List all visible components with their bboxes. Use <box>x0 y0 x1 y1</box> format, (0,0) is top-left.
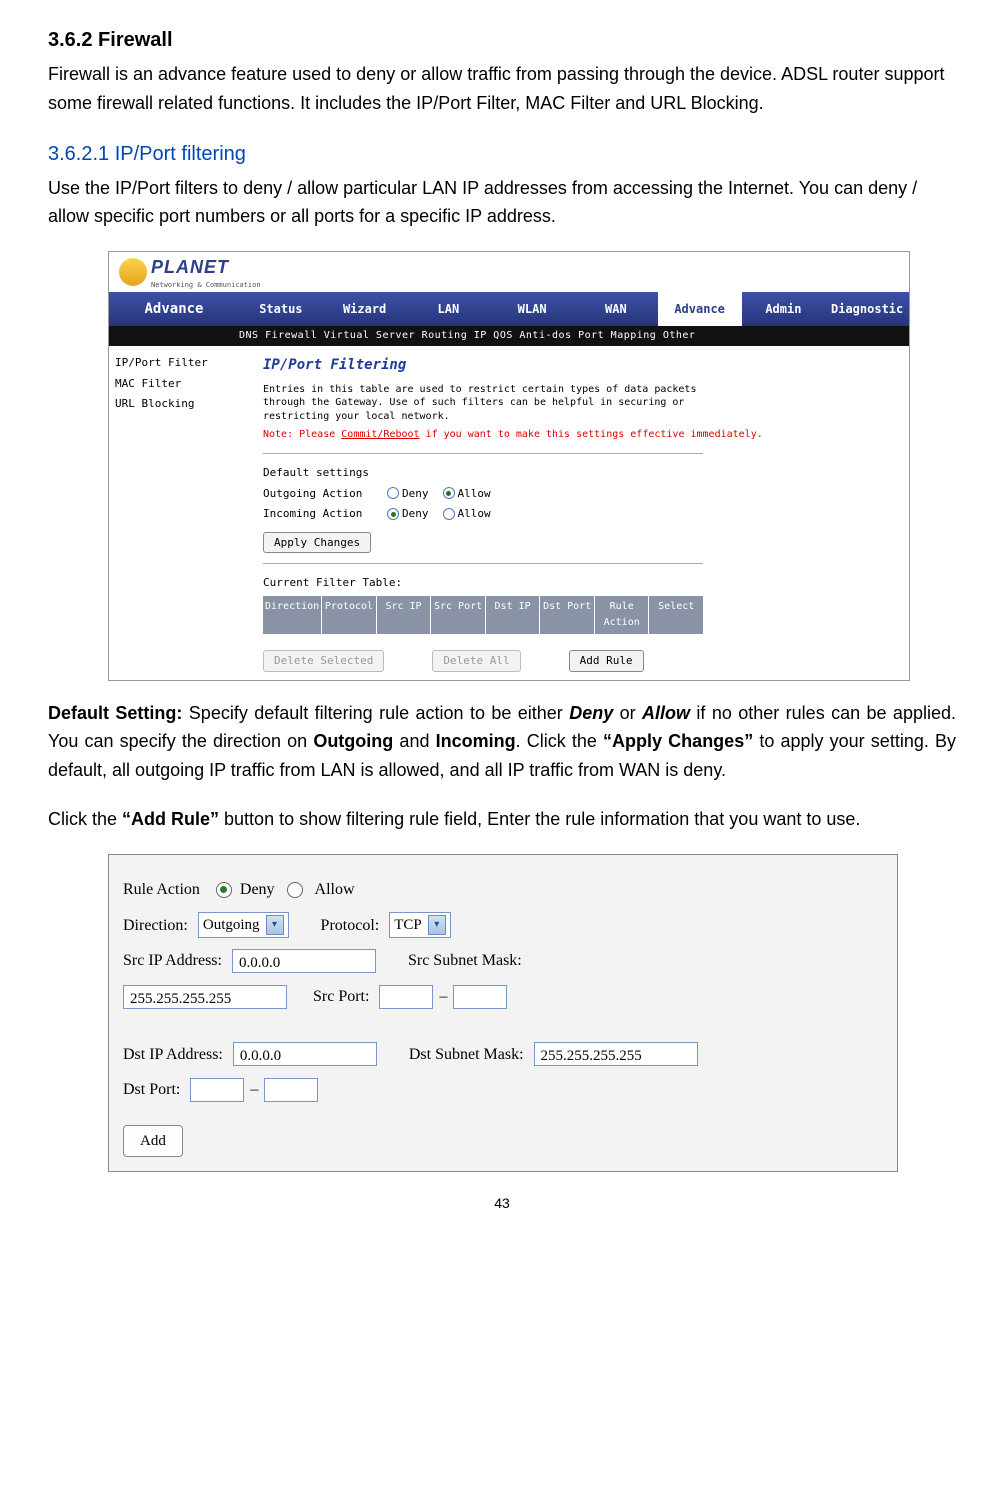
rule-action-label: Rule Action <box>123 877 200 903</box>
tab-wlan[interactable]: WLAN <box>490 292 574 326</box>
incoming-row: Incoming Action Deny Allow <box>263 505 897 523</box>
table-label: Current Filter Table: <box>263 574 897 592</box>
default-settings-label: Default settings <box>263 464 897 482</box>
dst-ip-label: Dst IP Address: <box>123 1042 223 1068</box>
th-srcport: Src Port <box>431 596 486 634</box>
th-protocol: Protocol <box>322 596 377 634</box>
src-mask-port-line: 255.255.255.255 Src Port: – <box>123 984 883 1010</box>
divider <box>263 453 703 454</box>
sub-nav[interactable]: DNS Firewall Virtual Server Routing IP Q… <box>109 326 909 346</box>
sidebar: IP/Port Filter MAC Filter URL Blocking <box>109 346 251 679</box>
outgoing-row: Outgoing Action Deny Allow <box>263 485 897 503</box>
add-button[interactable]: Add <box>123 1125 183 1157</box>
panel-title: IP/Port Filtering <box>263 354 897 376</box>
nav-section-title: Advance <box>109 292 239 326</box>
apply-changes-button[interactable]: Apply Changes <box>263 532 371 554</box>
logo-subtext: Networking & Communication <box>151 280 261 291</box>
delete-all-button[interactable]: Delete All <box>432 650 520 672</box>
direction-select[interactable]: Outgoing▾ <box>198 912 289 938</box>
logo-text: PLANET <box>151 253 261 282</box>
rule-allow-radio[interactable] <box>287 882 303 898</box>
incoming-label: Incoming Action <box>263 505 373 523</box>
th-select: Select <box>649 596 703 634</box>
planet-logo-icon <box>119 258 147 286</box>
src-port-from-input[interactable] <box>379 985 433 1009</box>
tab-advance[interactable]: Advance <box>658 292 742 326</box>
th-direction: Direction <box>263 596 322 634</box>
tab-wan[interactable]: WAN <box>574 292 658 326</box>
section-para: Firewall is an advance feature used to d… <box>48 60 956 118</box>
outgoing-deny-radio[interactable]: Deny <box>387 485 429 503</box>
chevron-down-icon: ▾ <box>428 915 446 935</box>
rule-deny-text: Deny <box>240 877 275 903</box>
dst-port-line: Dst Port: – <box>123 1077 883 1103</box>
src-ip-line: Src IP Address: 0.0.0.0 Src Subnet Mask: <box>123 948 883 974</box>
src-port-label: Src Port: <box>313 984 369 1010</box>
src-port-to-input[interactable] <box>453 985 507 1009</box>
subsection-heading: 3.6.2.1 IP/Port filtering <box>48 138 956 170</box>
panel-note: Note: Please Commit/Reboot if you want t… <box>263 427 897 443</box>
tab-lan[interactable]: LAN <box>407 292 491 326</box>
dst-port-from-input[interactable] <box>190 1078 244 1102</box>
dst-ip-input[interactable]: 0.0.0.0 <box>233 1042 377 1066</box>
subsection-para: Use the IP/Port filters to deny / allow … <box>48 174 956 232</box>
add-rule-button[interactable]: Add Rule <box>569 650 644 672</box>
th-dstport: Dst Port <box>540 596 595 634</box>
protocol-select[interactable]: TCP▾ <box>389 912 451 938</box>
tab-status[interactable]: Status <box>239 292 323 326</box>
dst-port-label: Dst Port: <box>123 1077 180 1103</box>
dst-mask-label: Dst Subnet Mask: <box>409 1042 524 1068</box>
src-ip-input[interactable]: 0.0.0.0 <box>232 949 376 973</box>
src-ip-label: Src IP Address: <box>123 948 222 974</box>
protocol-label: Protocol: <box>321 913 380 939</box>
default-setting-para: Default Setting: Specify default filteri… <box>48 699 956 785</box>
commit-reboot-link[interactable]: Commit/Reboot <box>341 429 419 440</box>
rule-action-line: Rule Action Deny Allow <box>123 877 883 903</box>
th-dstip: Dst IP <box>486 596 541 634</box>
rule-deny-radio[interactable] <box>216 882 232 898</box>
outgoing-allow-radio[interactable]: Allow <box>443 485 491 503</box>
rule-form-screenshot: Rule Action Deny Allow Direction: Outgoi… <box>108 854 898 1172</box>
direction-line: Direction: Outgoing▾ Protocol: TCP▾ <box>123 912 883 938</box>
dst-ip-line: Dst IP Address: 0.0.0.0 Dst Subnet Mask:… <box>123 1042 883 1068</box>
outgoing-label: Outgoing Action <box>263 485 373 503</box>
th-srcip: Src IP <box>377 596 432 634</box>
panel-description: Entries in this table are used to restri… <box>263 383 703 424</box>
incoming-allow-radio[interactable]: Allow <box>443 505 491 523</box>
divider-2 <box>263 563 703 564</box>
section-heading: 3.6.2 Firewall <box>48 24 956 56</box>
src-mask-input[interactable]: 255.255.255.255 <box>123 985 287 1009</box>
page-number: 43 <box>48 1192 956 1214</box>
logo-row: PLANET Networking & Communication <box>109 252 909 292</box>
delete-selected-button[interactable]: Delete Selected <box>263 650 384 672</box>
th-ruleaction: Rule Action <box>595 596 650 634</box>
sidebar-item-url[interactable]: URL Blocking <box>115 395 245 413</box>
tab-admin[interactable]: Admin <box>742 292 826 326</box>
router-screenshot: PLANET Networking & Communication Advanc… <box>108 251 910 680</box>
rule-allow-text: Allow <box>315 877 355 903</box>
sidebar-item-mac[interactable]: MAC Filter <box>115 375 245 393</box>
tab-wizard[interactable]: Wizard <box>323 292 407 326</box>
dash-sep: – <box>439 984 447 1010</box>
add-rule-para: Click the “Add Rule” button to show filt… <box>48 805 956 834</box>
incoming-deny-radio[interactable]: Deny <box>387 505 429 523</box>
src-mask-label: Src Subnet Mask: <box>408 948 522 974</box>
dst-port-to-input[interactable] <box>264 1078 318 1102</box>
chevron-down-icon: ▾ <box>266 915 284 935</box>
sidebar-item-ipport[interactable]: IP/Port Filter <box>115 354 245 372</box>
tab-diagnostic[interactable]: Diagnostic <box>825 292 909 326</box>
dst-mask-input[interactable]: 255.255.255.255 <box>534 1042 698 1066</box>
main-nav: Advance Status Wizard LAN WLAN WAN Advan… <box>109 292 909 326</box>
dash-sep: – <box>250 1077 258 1103</box>
direction-label: Direction: <box>123 913 188 939</box>
filter-table-header: Direction Protocol Src IP Src Port Dst I… <box>263 596 703 634</box>
main-panel: IP/Port Filtering Entries in this table … <box>251 346 909 679</box>
